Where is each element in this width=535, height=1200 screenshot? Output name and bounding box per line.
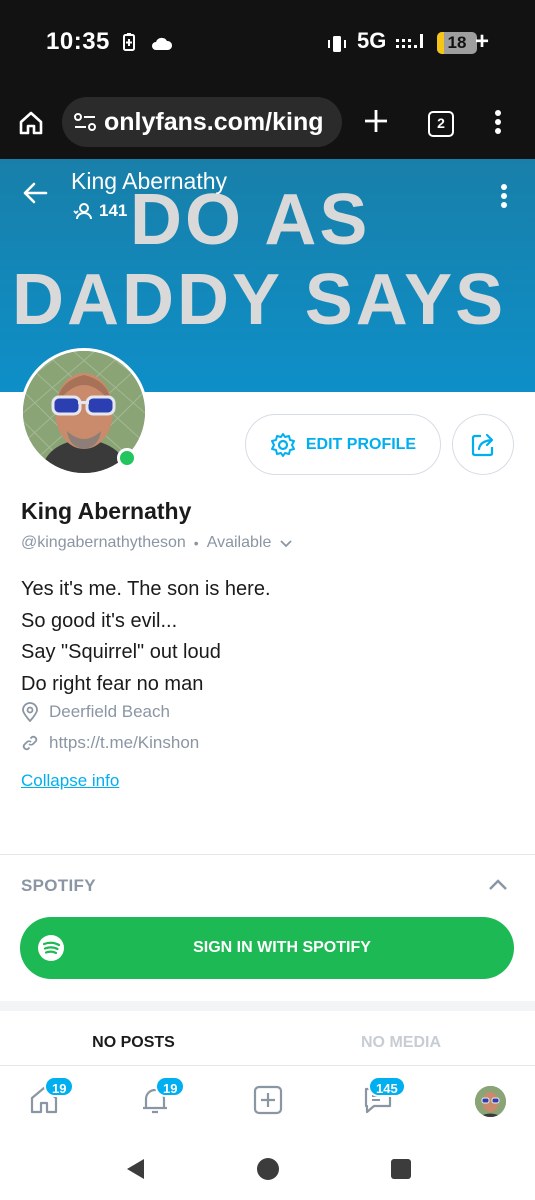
address-bar[interactable]: onlyfans.com/king (62, 97, 342, 147)
nav-home[interactable]: 19 (28, 1076, 75, 1121)
profile-link[interactable]: https://t.me/Kinshon (49, 733, 199, 753)
nav-add-post[interactable] (252, 1084, 284, 1121)
tab-posts[interactable]: NO POSTS (0, 1034, 267, 1052)
gear-icon (270, 432, 295, 457)
share-button[interactable] (452, 414, 514, 475)
system-navigation-bar (0, 1135, 535, 1200)
bio-line: Do right fear no man (21, 672, 204, 695)
url-text: onlyfans.com/king (104, 108, 324, 136)
section-spacer (0, 1001, 535, 1011)
location-row: Deerfield Beach (21, 702, 170, 722)
nav-avatar-photo (475, 1086, 506, 1117)
bottom-navigation: 19 19 145 (0, 1065, 535, 1135)
bio-line: So good it's evil... (21, 609, 178, 632)
online-status-dot (117, 448, 137, 468)
vibrate-icon (328, 36, 346, 52)
home-badge: 19 (44, 1076, 75, 1097)
fans-count: 141 (71, 201, 127, 221)
edit-profile-label: EDIT PROFILE (305, 435, 417, 453)
more-options-icon[interactable] (500, 183, 508, 209)
back-arrow-icon[interactable] (22, 181, 48, 205)
network-type: 5G (357, 28, 387, 53)
system-back-icon[interactable] (124, 1157, 146, 1181)
tab-switcher-button[interactable]: 2 (428, 111, 454, 137)
tab-media[interactable]: NO MEDIA (267, 1034, 535, 1052)
section-divider (0, 854, 535, 855)
system-recents-icon[interactable] (390, 1158, 412, 1180)
fans-icon (73, 203, 92, 220)
location-pin-icon (22, 702, 38, 722)
availability-status[interactable]: Available (207, 534, 272, 552)
profile-location: Deerfield Beach (49, 702, 170, 721)
new-tab-icon[interactable] (362, 107, 390, 135)
nav-notifications[interactable]: 19 (139, 1076, 186, 1121)
bio-line: Yes it's me. The son is here. (21, 578, 271, 600)
status-bar: 10:35 5G 18 + (0, 0, 535, 85)
profile-bio: Yes it's me. The son is here. So good it… (21, 574, 271, 700)
chevron-down-icon[interactable] (279, 538, 293, 548)
share-icon (471, 433, 494, 456)
spotify-button-label: SIGN IN WITH SPOTIFY (193, 939, 371, 956)
spotify-section-title: SPOTIFY (21, 876, 96, 895)
battery-saver-icon (123, 33, 135, 51)
menu-dots-icon[interactable] (494, 109, 502, 135)
edit-profile-button[interactable]: EDIT PROFILE (245, 414, 441, 475)
profile-handle: @kingabernathytheson (21, 534, 186, 551)
handle-row: @kingabernathytheson • Available (21, 534, 293, 552)
charging-plus-icon: + (475, 28, 490, 55)
profile-name: King Abernathy (21, 498, 192, 524)
notifications-badge: 19 (155, 1076, 186, 1097)
separator-dot: • (193, 535, 199, 551)
messages-badge: 145 (368, 1076, 406, 1097)
nav-messages[interactable]: 145 (362, 1076, 406, 1121)
battery-indicator: 18 (437, 32, 477, 54)
bio-line: Say "Squirrel" out loud (21, 641, 221, 663)
fans-count-value: 141 (99, 201, 128, 220)
header-profile-name: King Abernathy (71, 168, 228, 194)
battery-percent: 18 (447, 33, 467, 52)
sign-in-spotify-button[interactable]: SIGN IN WITH SPOTIFY (20, 917, 514, 979)
nav-profile-avatar[interactable] (475, 1086, 506, 1117)
link-icon (22, 735, 38, 751)
status-time: 10:35 (46, 28, 110, 55)
collapse-info-link[interactable]: Collapse info (21, 771, 119, 791)
add-post-icon (253, 1085, 283, 1115)
signal-icon (396, 34, 423, 48)
system-home-icon[interactable] (256, 1157, 280, 1181)
link-row[interactable]: https://t.me/Kinshon (21, 733, 199, 753)
browser-toolbar: onlyfans.com/king 2 (0, 85, 535, 159)
cover-text-line2: DADDY SAYS (12, 260, 507, 340)
home-icon[interactable] (18, 110, 44, 136)
cloud-icon (152, 37, 173, 50)
chevron-up-icon[interactable] (487, 877, 509, 893)
site-settings-icon[interactable] (74, 112, 96, 132)
